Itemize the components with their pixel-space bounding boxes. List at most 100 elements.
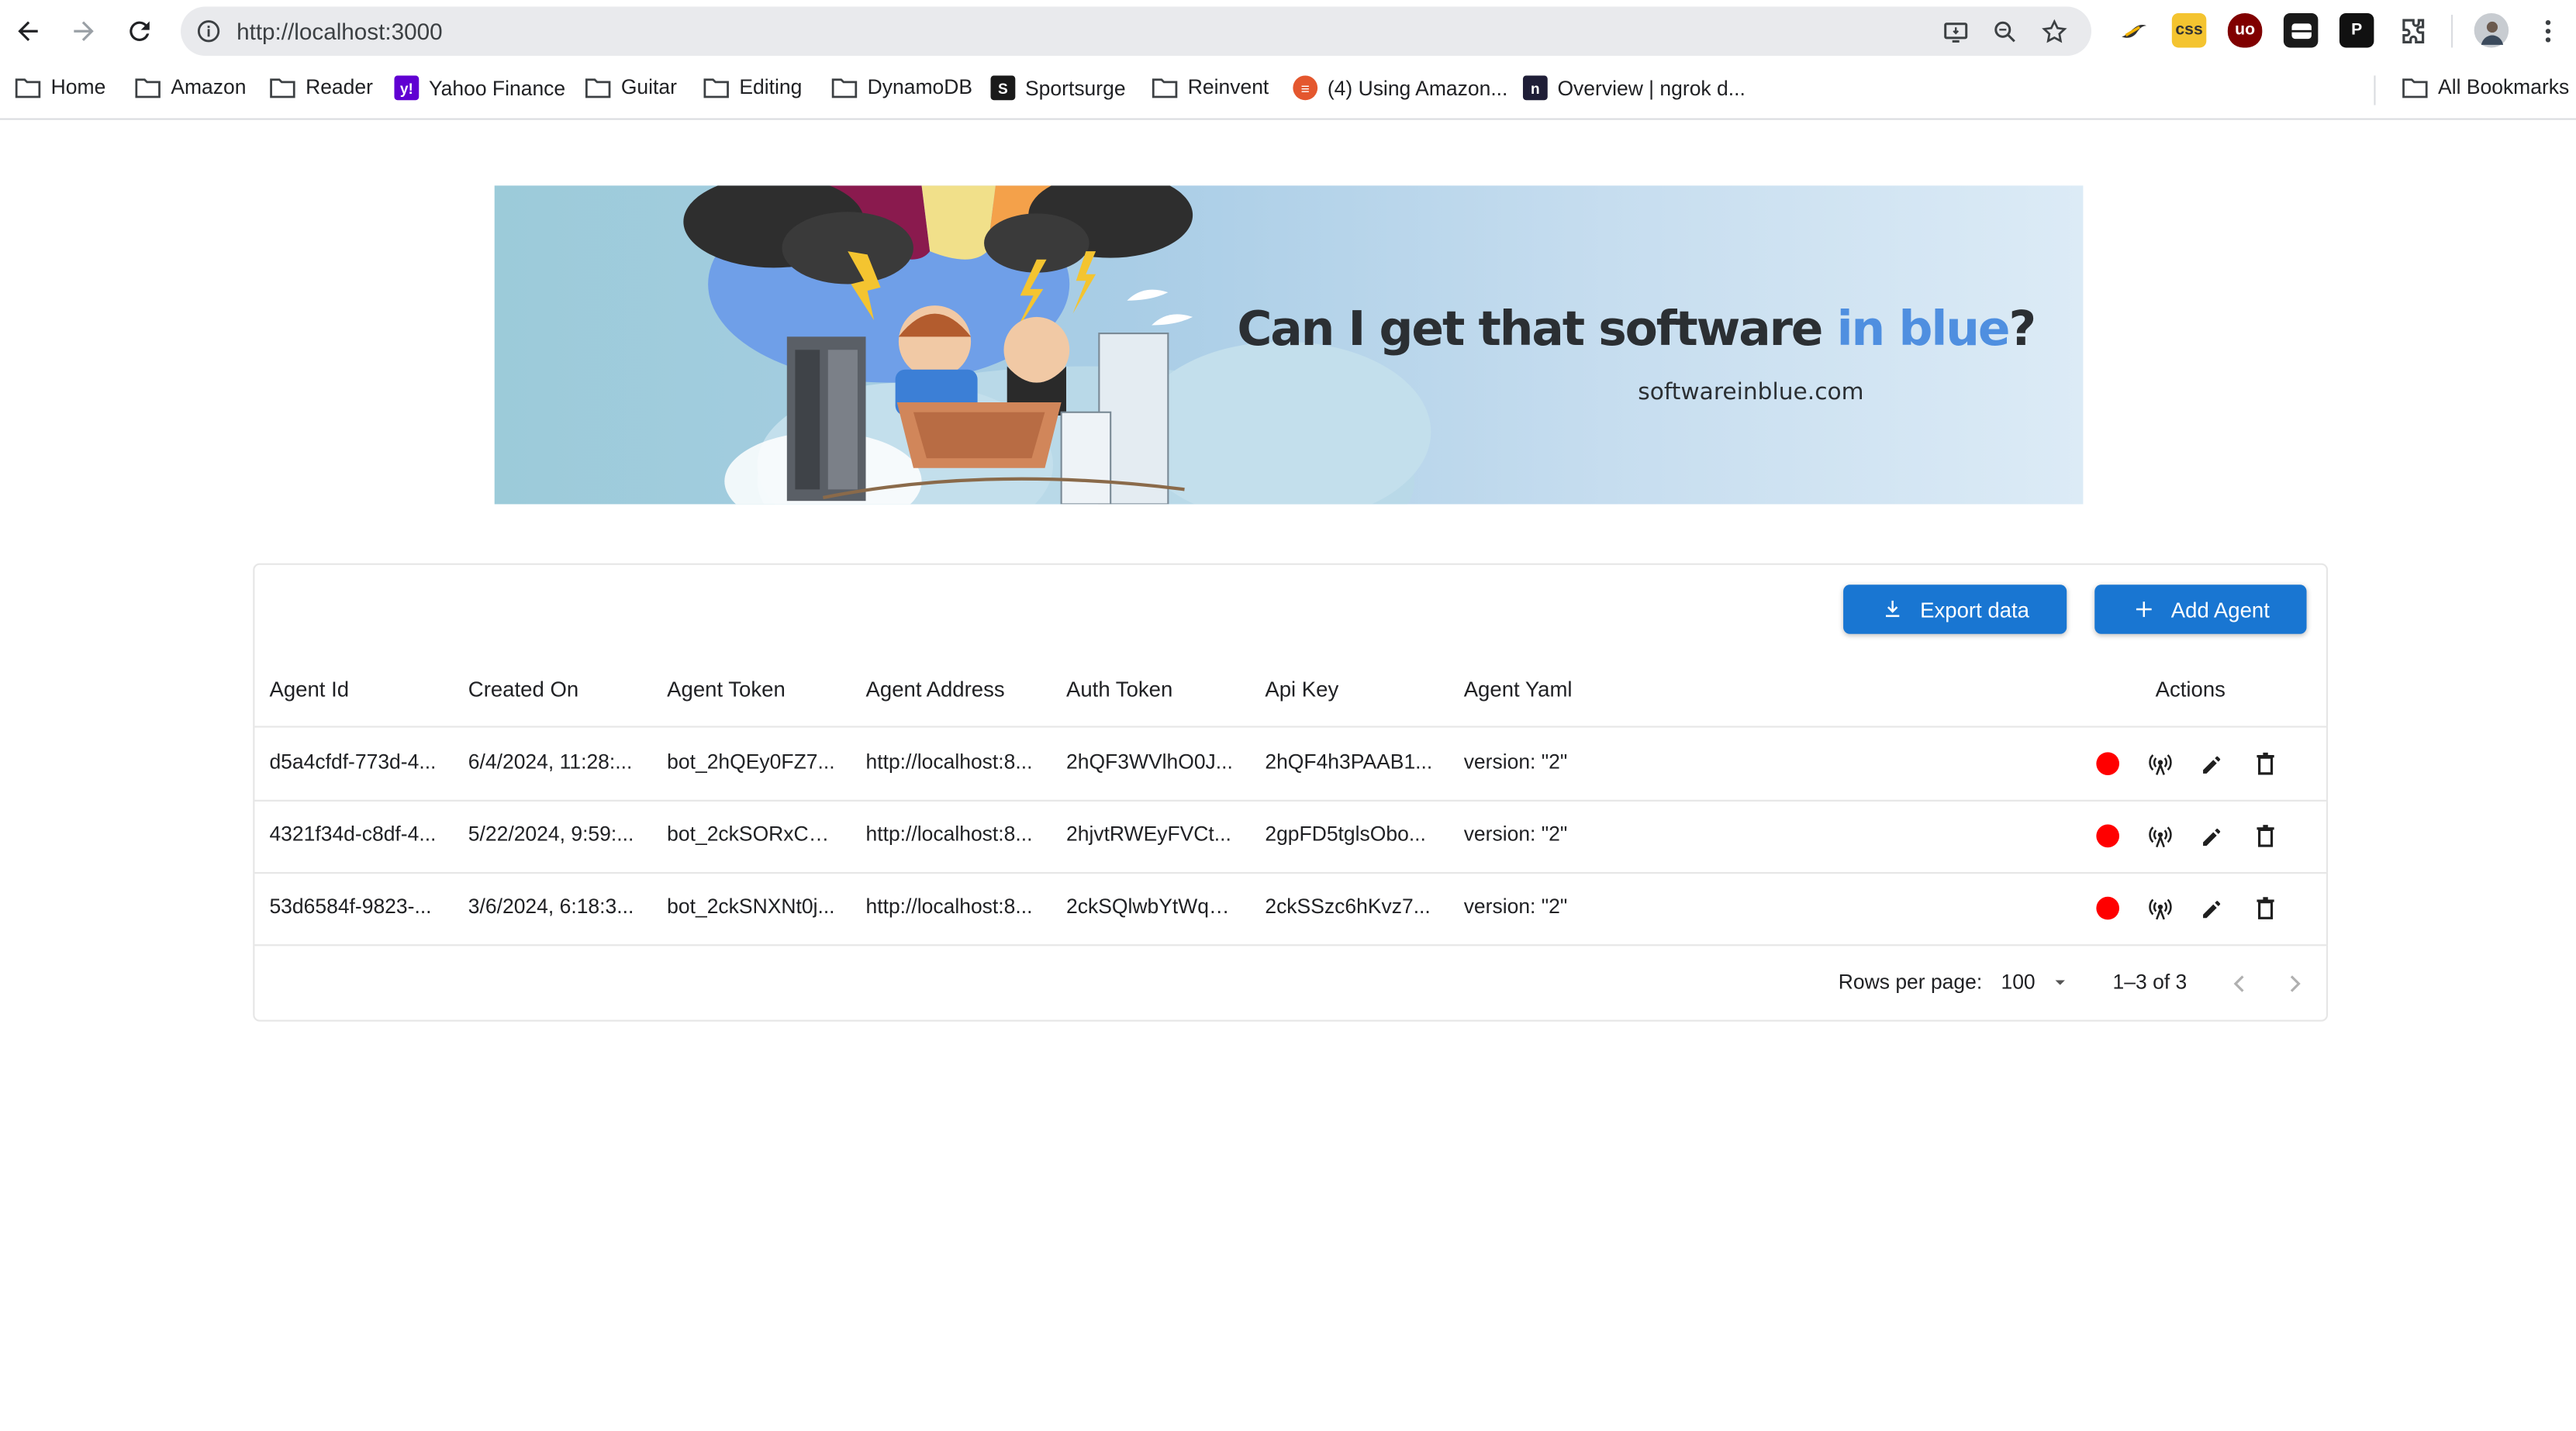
column-header[interactable]: Agent Address <box>866 677 1005 702</box>
all-bookmarks-label: All Bookmarks <box>2438 75 2570 99</box>
browser-toolbar: http://localhost:3000 css uo P <box>0 0 2576 63</box>
reload-icon[interactable] <box>122 13 158 50</box>
profile-avatar[interactable] <box>2474 12 2509 48</box>
folder-icon <box>1152 78 1178 98</box>
table-header: Agent Id Created On Agent Token Agent Ad… <box>254 657 2326 728</box>
extension-p-icon[interactable]: P <box>2339 12 2374 48</box>
back-icon[interactable] <box>10 13 47 50</box>
table-cell: http://localhost:8... <box>865 895 1033 919</box>
previous-page-icon[interactable] <box>2222 967 2255 1000</box>
delete-icon[interactable] <box>2249 747 2281 780</box>
extensions-puzzle-icon[interactable] <box>2395 12 2430 48</box>
bookmark-item[interactable]: n Overview | ngrok d... <box>1522 75 1746 101</box>
download-icon <box>1885 600 1899 617</box>
plus-icon <box>2135 602 2151 617</box>
site-info-icon[interactable] <box>194 16 223 46</box>
agents-table-card: Export data Add Agent Agent Id Created O… <box>253 563 2329 1022</box>
edit-icon[interactable] <box>2197 747 2229 780</box>
add-agent-button[interactable]: Add Agent <box>2094 584 2307 634</box>
bookmarks-bar <box>0 62 2576 120</box>
banner-title-accent: in blue <box>1836 300 2011 357</box>
banner-subtitle: softwareinblue.com <box>1638 379 1864 406</box>
bookmark-item[interactable]: DynamoDB <box>831 75 972 98</box>
bookmark-item[interactable]: Guitar <box>585 75 677 98</box>
bookmark-item[interactable]: y! Yahoo Finance <box>394 75 565 101</box>
broadcast-icon[interactable] <box>2144 747 2177 780</box>
export-data-button[interactable]: Export data <box>1843 584 2067 634</box>
extension-ublock-icon[interactable]: uo <box>2227 12 2263 48</box>
bookmark-label: Sportsurge <box>1025 76 1126 100</box>
table-cell: http://localhost:8... <box>865 750 1033 774</box>
all-bookmarks[interactable]: All Bookmarks <box>2402 75 2569 98</box>
column-header[interactable]: Agent Yaml <box>1464 677 1573 702</box>
broadcast-icon[interactable] <box>2144 891 2177 924</box>
column-header: Actions <box>2155 676 2226 702</box>
pagination-range: 1–3 of 3 <box>2112 971 2188 994</box>
browser-menu-icon[interactable] <box>2529 12 2565 48</box>
status-indicator[interactable] <box>2091 891 2124 924</box>
extension-bird-icon[interactable] <box>2115 12 2151 48</box>
delete-icon[interactable] <box>2249 891 2281 924</box>
banner-title-end: ? <box>2008 300 2036 357</box>
bookmark-item[interactable]: S Sportsurge <box>990 75 1126 101</box>
bookmark-item[interactable]: Home <box>15 75 105 98</box>
bookmark-item[interactable]: Editing <box>703 75 803 99</box>
export-data-label: Export data <box>1920 597 2030 622</box>
table-row[interactable]: 4321f34d-c8df-4... 5/22/2024, 9:59:... bot… <box>254 800 2326 874</box>
sportsurge-icon: S <box>990 75 1016 101</box>
bookmark-label: Overview | ngrok d... <box>1557 76 1746 100</box>
table-cell: 2gpFD5tglsObo... <box>1265 822 1426 847</box>
table-row[interactable]: 53d6584f-9823-... 3/6/2024, 6:18:3... bot_… <box>254 872 2326 947</box>
address-bar[interactable]: http://localhost:3000 <box>181 6 2092 57</box>
table-cell: version: "2" <box>1463 822 1568 847</box>
rows-per-page-label: Rows per page: <box>1838 971 1983 994</box>
table-cell: 5/22/2024, 9:59:... <box>468 822 634 847</box>
delete-icon[interactable] <box>2249 819 2281 852</box>
edit-icon[interactable] <box>2197 819 2229 852</box>
table-cell: 3/6/2024, 6:18:3... <box>468 895 634 919</box>
bookmark-item[interactable]: ≡ (4) Using Amazon... <box>1293 75 1508 101</box>
status-indicator[interactable] <box>2091 819 2124 852</box>
folder-icon <box>831 78 858 98</box>
forward-icon[interactable] <box>66 13 102 50</box>
folder-icon <box>585 78 611 98</box>
table-row[interactable]: d5a4cfdf-773d-4... 6/4/2024, 11:28:... bot… <box>254 728 2326 802</box>
table-cell: bot_2ckSORxCw... <box>667 822 838 847</box>
folder-icon <box>703 78 729 98</box>
column-header[interactable]: Agent Id <box>269 677 349 702</box>
edit-icon[interactable] <box>2197 891 2229 924</box>
bookmark-label: (4) Using Amazon... <box>1327 76 1508 100</box>
column-header[interactable]: Api Key <box>1265 677 1338 702</box>
table-cell: d5a4cfdf-773d-4... <box>269 750 437 774</box>
bookmark-item[interactable]: Reinvent <box>1152 75 1269 98</box>
column-header[interactable]: Agent Token <box>667 677 786 702</box>
broadcast-icon[interactable] <box>2144 819 2177 852</box>
next-page-icon[interactable] <box>2279 967 2312 1000</box>
folder-icon <box>2402 78 2428 98</box>
add-agent-label: Add Agent <box>2170 597 2270 622</box>
install-app-icon[interactable] <box>1940 16 1970 46</box>
bookmark-label: Amazon <box>171 75 247 99</box>
table-cell: version: "2" <box>1463 895 1568 919</box>
bookmark-item[interactable]: Reader <box>269 75 373 98</box>
banner-title: Can I get that software in blue? <box>1237 300 2036 357</box>
bookmark-label: Editing <box>739 75 803 99</box>
caret-down-icon <box>2055 980 2065 985</box>
bookmark-item[interactable]: Amazon <box>135 75 247 99</box>
rows-per-page-select[interactable]: 100 <box>2001 971 2071 994</box>
bookmark-label: Home <box>50 75 106 99</box>
table-cell: 2ckSSzc6hKvz7... <box>1265 895 1431 919</box>
ngrok-icon: n <box>1522 75 1548 101</box>
folder-icon <box>15 78 41 98</box>
table-cell: bot_2ckSNXNt0j... <box>667 895 835 919</box>
toolbar-divider <box>2450 14 2453 47</box>
bookmark-label: DynamoDB <box>867 75 973 99</box>
status-indicator[interactable] <box>2091 747 2124 780</box>
column-header[interactable]: Auth Token <box>1066 677 1172 702</box>
column-header[interactable]: Created On <box>468 677 578 702</box>
extension-css-icon[interactable]: css <box>2171 12 2207 48</box>
bookmark-star-icon[interactable] <box>2039 16 2068 46</box>
zoom-icon[interactable] <box>1990 16 2019 46</box>
table-cell: bot_2hQEy0FZ7... <box>667 750 835 774</box>
extension-tab-icon[interactable] <box>2283 12 2319 48</box>
